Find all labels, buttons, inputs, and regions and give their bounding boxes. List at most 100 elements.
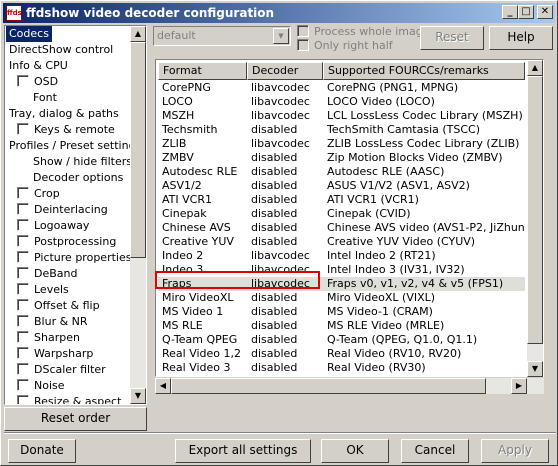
checkbox-box[interactable]: [17, 379, 29, 391]
sidebar-item-label: Keys & remote: [34, 123, 115, 136]
minimize-button[interactable]: _: [502, 5, 518, 19]
sidebar-item[interactable]: Resize & aspect: [17, 394, 121, 404]
scroll-down-icon[interactable]: ▼: [130, 388, 146, 404]
sidebar-item[interactable]: OSD: [17, 74, 58, 90]
sidebar-item[interactable]: Blur & NR: [17, 314, 88, 330]
table-row[interactable]: Cinepak disabled Cinepak (CVID): [158, 207, 525, 221]
codec-list-scroll-thumb[interactable]: [527, 76, 543, 344]
sidebar-item[interactable]: Logoaway: [17, 218, 89, 234]
checkbox-box[interactable]: [17, 123, 29, 135]
table-row[interactable]: ASV1/2 disabled ASUS V1/V2 (ASV1, ASV2): [158, 179, 525, 193]
checkbox-box[interactable]: [17, 395, 29, 404]
donate-button[interactable]: Donate: [8, 439, 76, 463]
checkbox-box[interactable]: [17, 347, 29, 359]
reset-order-button[interactable]: Reset order: [4, 407, 147, 431]
table-row[interactable]: Indeo 2 libavcodec Intel Indeo 2 (RT21): [158, 249, 525, 263]
preset-select[interactable]: default ▼: [153, 26, 291, 46]
sidebar-item[interactable]: Font: [33, 90, 57, 106]
cell-format: Real Video 3: [162, 361, 231, 374]
sidebar-item[interactable]: Offset & flip: [17, 298, 100, 314]
checkbox-box[interactable]: [17, 363, 29, 375]
only-right-half-checkbox[interactable]: Only right half: [297, 39, 393, 52]
close-button[interactable]: ✕: [537, 5, 553, 19]
checkbox-box[interactable]: [17, 219, 29, 231]
table-row[interactable]: Real Video 1,2 disabled Real Video (RV10, …: [158, 347, 525, 361]
sidebar-item[interactable]: Sharpen: [17, 330, 80, 346]
table-row[interactable]: MSZH libavcodec LCL LossLess Codec Library…: [158, 109, 525, 123]
table-row[interactable]: Chinese AVS disabled Chinese AVS video (AV…: [158, 221, 543, 235]
column-header-decoder[interactable]: Decoder: [247, 62, 323, 80]
table-row[interactable]: Real Video 4 disabled Real Video (RV40): [158, 375, 525, 376]
table-row[interactable]: ZMBV disabled Zip Motion Blocks Video (ZMB…: [158, 151, 525, 165]
column-header-remarks[interactable]: Supported FOURCCs/remarks: [323, 62, 525, 80]
sidebar-item[interactable]: Postprocessing: [17, 234, 116, 250]
reset-button[interactable]: Reset: [420, 26, 484, 50]
table-row[interactable]: Real Video 3 disabled Real Video (RV30): [158, 361, 525, 375]
checkbox-box[interactable]: [17, 267, 29, 279]
sidebar-item[interactable]: Codecs: [6, 26, 52, 42]
column-header-format[interactable]: Format: [158, 62, 247, 80]
title-bar[interactable]: ffds ffdshow video decoder configuration…: [3, 3, 555, 23]
table-row[interactable]: ZLIB libavcodec ZLIB LossLess Codec Librar…: [158, 137, 525, 151]
sidebar-item[interactable]: Keys & remote: [17, 122, 115, 138]
sidebar-item[interactable]: Profiles / Preset settings: [9, 138, 141, 154]
scroll-up-icon[interactable]: ▲: [130, 26, 146, 42]
sidebar-scrollbar[interactable]: ▲ ▼: [130, 26, 146, 404]
cell-format: ATI VCR1: [162, 193, 212, 206]
checkbox-box[interactable]: [17, 251, 29, 263]
cell-decoder: libavcodec: [251, 137, 310, 150]
checkbox-box[interactable]: [17, 331, 29, 343]
sidebar-scroll-thumb[interactable]: [130, 42, 146, 258]
table-row[interactable]: Miro VideoXL disabled Miro VideoXL (VIXL): [158, 291, 525, 305]
ffdshow-icon[interactable]: ffds: [6, 5, 22, 21]
chevron-down-icon[interactable]: ▼: [273, 28, 289, 44]
sidebar-item[interactable]: DeBand: [17, 266, 77, 282]
sidebar-item[interactable]: Show / hide filters: [33, 154, 132, 170]
sidebar-item[interactable]: Deinterlacing: [17, 202, 108, 218]
maximize-button[interactable]: □: [518, 5, 534, 19]
scroll-left-icon[interactable]: ◀: [155, 378, 171, 394]
checkbox-box[interactable]: [17, 203, 29, 215]
scroll-down-icon[interactable]: ▼: [527, 361, 543, 377]
sidebar-item[interactable]: Tray, dialog & paths: [9, 106, 119, 122]
checkbox-box[interactable]: [17, 315, 29, 327]
table-row[interactable]: MS Video 1 disabled MS Video-1 (CRAM): [158, 305, 525, 319]
cancel-button[interactable]: Cancel: [401, 439, 469, 463]
codec-list[interactable]: Format Decoder Supported FOURCCs/remarks…: [155, 59, 544, 377]
sidebar-item[interactable]: Noise: [17, 378, 65, 394]
checkbox-box[interactable]: [17, 187, 29, 199]
settings-tree[interactable]: Codecs DirectShow control Info & CPU OSD Fon…: [4, 25, 147, 405]
sidebar-item[interactable]: DScaler filter: [17, 362, 106, 378]
cell-remarks: ZLIB LossLess Codec Library (ZLIB): [327, 137, 520, 150]
scroll-right-icon[interactable]: ▶: [511, 378, 527, 394]
sidebar-item[interactable]: Levels: [17, 282, 69, 298]
checkbox-box[interactable]: [17, 75, 29, 87]
checkbox-box[interactable]: [17, 283, 29, 295]
apply-button[interactable]: Apply: [481, 439, 549, 463]
help-button[interactable]: Help: [489, 26, 553, 50]
table-row[interactable]: Creative YUV disabled Creative YUV Video (…: [158, 235, 525, 249]
ok-button[interactable]: OK: [321, 439, 389, 463]
sidebar-item[interactable]: Crop: [17, 186, 60, 202]
codec-list-scrollbar[interactable]: ▲ ▼: [527, 60, 543, 377]
table-row[interactable]: ATI VCR1 disabled ATI VCR1 (VCR1): [158, 193, 525, 207]
scroll-up-icon[interactable]: ▲: [527, 60, 543, 76]
checkbox-box[interactable]: [17, 299, 29, 311]
codec-list-hscroll-thumb[interactable]: [171, 378, 486, 394]
checkbox-box[interactable]: [17, 235, 29, 247]
sidebar-item[interactable]: Decoder options: [33, 170, 123, 186]
sidebar-item[interactable]: Picture properties: [17, 250, 131, 266]
table-row[interactable]: Q-Team QPEG disabled Q-Team (QPEG, Q1.0, Q…: [158, 333, 525, 347]
cell-remarks: Real Video (RV30): [327, 361, 426, 374]
table-row[interactable]: CorePNG libavcodec CorePNG (PNG1, MPNG): [158, 81, 525, 95]
process-whole-image-checkbox[interactable]: Process whole image: [297, 25, 430, 38]
table-row[interactable]: Techsmith disabled TechSmith Camtasia (TSC…: [158, 123, 525, 137]
table-row[interactable]: MS RLE disabled MS RLE Video (MRLE): [158, 319, 525, 333]
export-settings-button[interactable]: Export all settings: [175, 439, 311, 463]
table-row[interactable]: LOCO libavcodec LOCO Video (LOCO): [158, 95, 525, 109]
sidebar-item[interactable]: DirectShow control: [9, 42, 113, 58]
codec-list-hscrollbar[interactable]: ◀ ▶: [155, 378, 544, 394]
table-row[interactable]: Autodesc RLE disabled Autodesc RLE (AASC): [158, 165, 525, 179]
sidebar-item[interactable]: Info & CPU: [9, 58, 68, 74]
sidebar-item[interactable]: Warpsharp: [17, 346, 93, 362]
